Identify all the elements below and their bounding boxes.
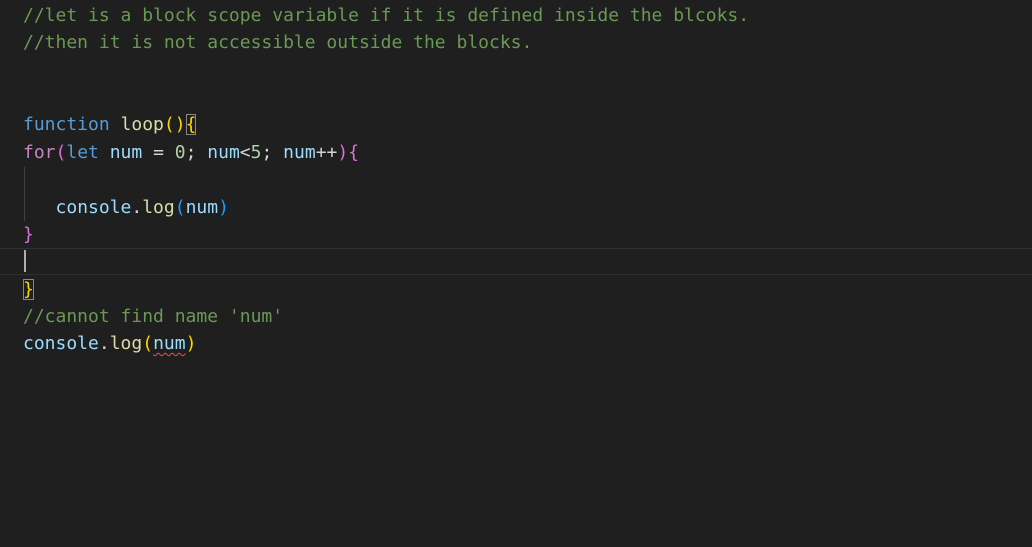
keyword-let: let bbox=[66, 142, 99, 163]
text-cursor bbox=[24, 250, 26, 272]
matched-open-brace: { bbox=[185, 114, 197, 135]
loop-variable: num bbox=[109, 142, 143, 163]
current-line-highlight bbox=[0, 248, 1032, 275]
log-argument: num bbox=[185, 197, 219, 218]
console-object: console bbox=[55, 197, 132, 218]
dot-accessor: . bbox=[98, 333, 110, 354]
assign-operator: = bbox=[142, 142, 175, 163]
paren-pair: () bbox=[163, 114, 186, 135]
code-line-5[interactable]: function loop(){ bbox=[23, 111, 197, 138]
for-close-paren: ) bbox=[337, 142, 349, 163]
matched-close-brace: } bbox=[23, 279, 34, 300]
dot-accessor: . bbox=[131, 197, 143, 218]
for-open-brace: { bbox=[348, 142, 360, 163]
for-open-paren: ( bbox=[55, 142, 67, 163]
log-open-paren: ( bbox=[142, 333, 154, 354]
log-method: log bbox=[142, 197, 175, 218]
increment-operator: ++ bbox=[315, 142, 338, 163]
code-line-6[interactable]: for(let num = 0; num<5; num++){ bbox=[23, 139, 359, 166]
keyword-function: function bbox=[23, 114, 110, 135]
code-line-11[interactable]: } bbox=[23, 276, 34, 303]
loop-variable: num bbox=[283, 142, 316, 163]
loop-variable: num bbox=[207, 142, 240, 163]
log-method: log bbox=[109, 333, 143, 354]
code-line-13[interactable]: console.log(num) bbox=[23, 330, 196, 357]
log-open-paren: ( bbox=[174, 197, 186, 218]
code-line-9[interactable]: } bbox=[23, 221, 34, 248]
log-close-paren: ) bbox=[185, 333, 197, 354]
keyword-for: for bbox=[23, 142, 56, 163]
code-line-1[interactable]: //let is a block scope variable if it is… bbox=[23, 2, 749, 29]
semicolon: ; bbox=[185, 142, 208, 163]
error-undefined-variable[interactable]: num bbox=[153, 333, 186, 354]
code-editor[interactable]: //let is a block scope variable if it is… bbox=[0, 0, 1032, 547]
code-line-12[interactable]: //cannot find name 'num' bbox=[23, 303, 283, 330]
log-close-paren: ) bbox=[218, 197, 229, 218]
number-literal: 5 bbox=[250, 142, 262, 163]
code-line-2[interactable]: //then it is not accessible outside the … bbox=[23, 29, 532, 56]
number-literal: 0 bbox=[174, 142, 186, 163]
semicolon: ; bbox=[261, 142, 284, 163]
console-object: console bbox=[23, 333, 99, 354]
less-than-operator: < bbox=[239, 142, 251, 163]
code-line-8[interactable]: console.log(num) bbox=[23, 194, 229, 221]
function-name: loop bbox=[120, 114, 164, 135]
